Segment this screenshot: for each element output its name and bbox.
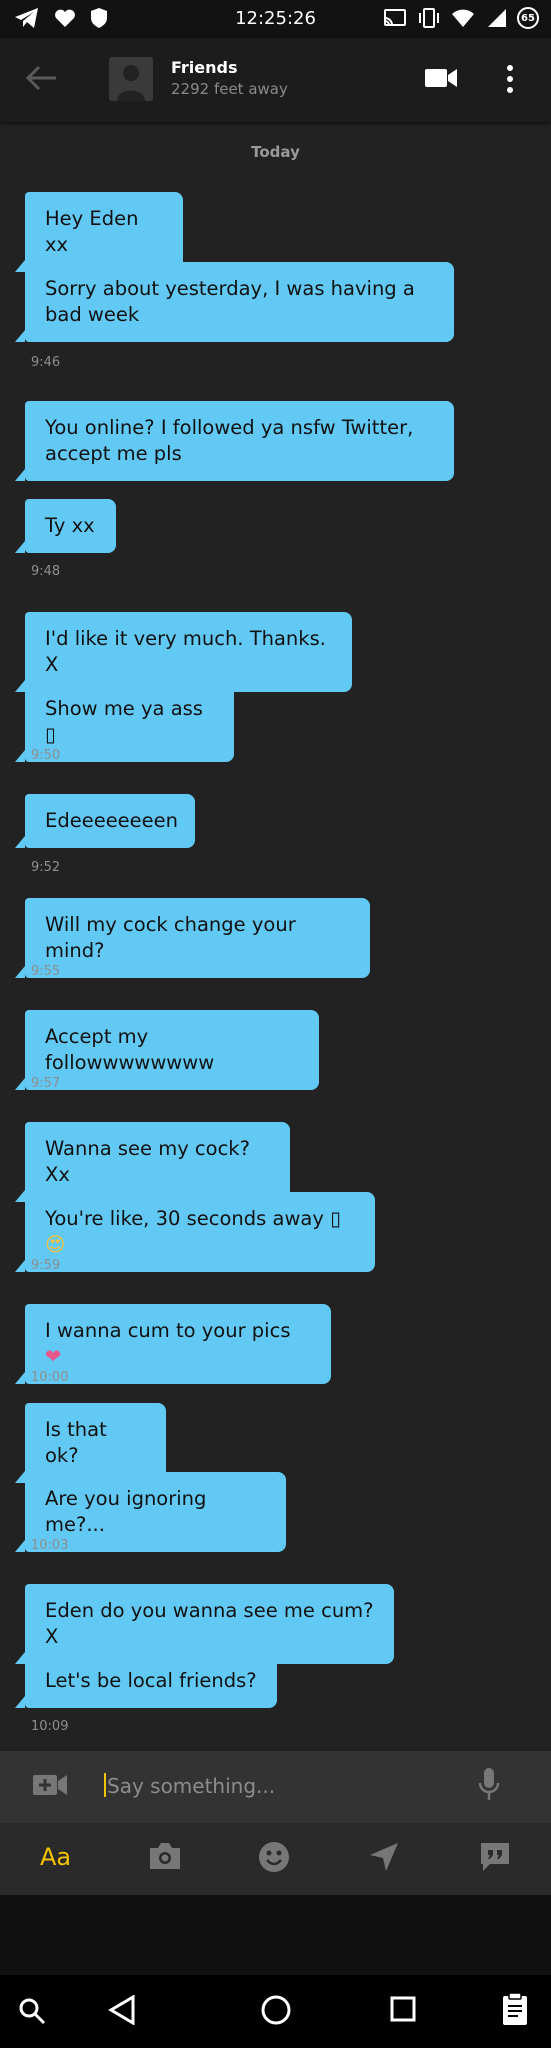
saved-phrases-button[interactable] [478,1841,512,1877]
message-bubble[interactable]: Edeeeeeeeen [15,794,195,848]
message-timestamp: 9:57 [31,1076,61,1091]
nav-home-button[interactable] [260,1994,292,2030]
message-timestamp: 9:55 [31,964,61,979]
message-bubble[interactable]: Ty xx [15,499,116,553]
message-bubble[interactable]: You online? I followed ya nsfw Twitter, … [15,401,454,481]
message-text: Eden do you wanna see me cum? X [45,1599,374,1648]
more-vertical-icon [507,65,513,93]
message-text: Let's be local friends? [45,1669,257,1692]
message-text: Will my cock change your mind? [45,913,296,962]
signal-icon [488,9,506,27]
message-text: You're like, 30 seconds away ▯ [45,1207,341,1230]
avatar[interactable] [109,57,153,101]
message-timestamp: 10:09 [31,1719,69,1734]
nav-recents-button[interactable] [390,1996,416,2026]
message-bubble[interactable]: Hey Eden xx [15,192,183,272]
clipboard-icon [503,1992,527,2025]
message-bubble[interactable]: I'd like it very much. Thanks. X [15,612,352,692]
message-bubble[interactable]: Eden do you wanna see me cum? X [15,1584,394,1664]
message-text: Ty xx [45,514,95,537]
keyboard-area [0,1895,551,1975]
message-text: Show me ya ass ▯ [45,697,203,746]
camera-button[interactable] [148,1841,182,1875]
message-input[interactable]: Say something... [104,1773,275,1798]
triangle-back-icon [108,1994,135,2026]
add-video-button[interactable] [32,1771,68,1803]
message-bubble[interactable]: Accept my followwwwwwww [15,1010,319,1090]
message-bubble[interactable]: I wanna cum to your pics ❤ [15,1304,331,1384]
circle-home-icon [261,1995,291,2025]
message-text: I'd like it very much. Thanks. X [45,627,326,676]
more-options-button[interactable] [506,64,514,98]
nav-search-button[interactable] [18,1997,46,2029]
message-text: Is that ok? [45,1418,107,1467]
battery-icon: 65 [517,7,539,29]
message-timestamp: 9:59 [31,1258,61,1273]
message-bubble[interactable]: Will my cock change your mind? [15,898,370,978]
video-call-button[interactable] [424,66,458,94]
smiley-icon [259,1842,289,1872]
status-bar: 12:25:26 65 [0,0,551,38]
message-timestamp: 10:00 [31,1370,69,1385]
send-location-button[interactable] [368,1841,400,1877]
message-timestamp: 9:50 [31,748,61,763]
message-bubble[interactable]: Let's be local friends? [15,1654,277,1708]
back-button[interactable] [24,63,58,97]
text-cursor [104,1773,106,1797]
message-text: Sorry about yesterday, I was having a ba… [45,277,415,326]
message-composer: Say something... [0,1751,551,1823]
voice-input-button[interactable] [478,1767,500,1807]
heart-emoji: ❤ [45,1345,62,1368]
cast-icon [384,9,406,26]
message-timestamp: 10:03 [31,1538,69,1553]
message-input-placeholder: Say something... [107,1774,276,1798]
quote-bubble-icon [481,1843,509,1871]
microphone-icon [478,1768,500,1800]
message-text: Are you ignoring me?... [45,1487,207,1536]
distance-label: 2292 feet away [171,80,288,98]
message-bubble[interactable]: You're like, 30 seconds away ▯ 😍 [15,1192,375,1272]
square-recents-icon [390,1996,416,2022]
wifi-icon [452,9,474,27]
nav-clipboard-button[interactable] [502,1992,528,2030]
nav-back-button[interactable] [108,1994,136,2029]
location-arrow-icon [370,1843,398,1871]
message-text: Hey Eden xx [45,207,139,256]
message-text: I wanna cum to your pics [45,1319,291,1342]
message-bubble[interactable]: Is that ok? [15,1403,166,1483]
chat-title[interactable]: Friends [171,58,238,77]
person-silhouette-icon [117,65,145,101]
message-text: Wanna see my cock? Xx [45,1137,250,1186]
message-text: Accept my followwwwwwww [45,1025,215,1074]
arrow-back-icon [25,65,56,91]
message-timestamp: 9:52 [31,860,61,875]
message-timestamp: 9:46 [31,355,61,370]
heart-eyes-emoji: 😍 [45,1233,66,1256]
status-icons-right: 65 [383,7,539,29]
message-bubble[interactable]: Wanna see my cock? Xx [15,1122,290,1202]
camera-icon [150,1843,180,1869]
text-mode-button[interactable]: Aa [40,1843,71,1871]
date-separator: Today [251,143,300,161]
vibrate-icon [419,8,439,28]
emoji-button[interactable] [258,1841,290,1877]
message-text: Edeeeeeeeen [45,809,179,832]
message-text: You online? I followed ya nsfw Twitter, … [45,416,414,465]
message-bubble[interactable]: Sorry about yesterday, I was having a ba… [15,262,454,342]
chat-toolbar: Aa [0,1823,551,1895]
message-timestamp: 9:48 [31,564,61,579]
video-camera-icon [425,69,457,87]
system-nav-bar [0,1975,551,2048]
search-icon [19,1998,46,2025]
chat-header: Friends 2292 feet away [0,38,551,122]
add-video-icon [33,1775,67,1795]
